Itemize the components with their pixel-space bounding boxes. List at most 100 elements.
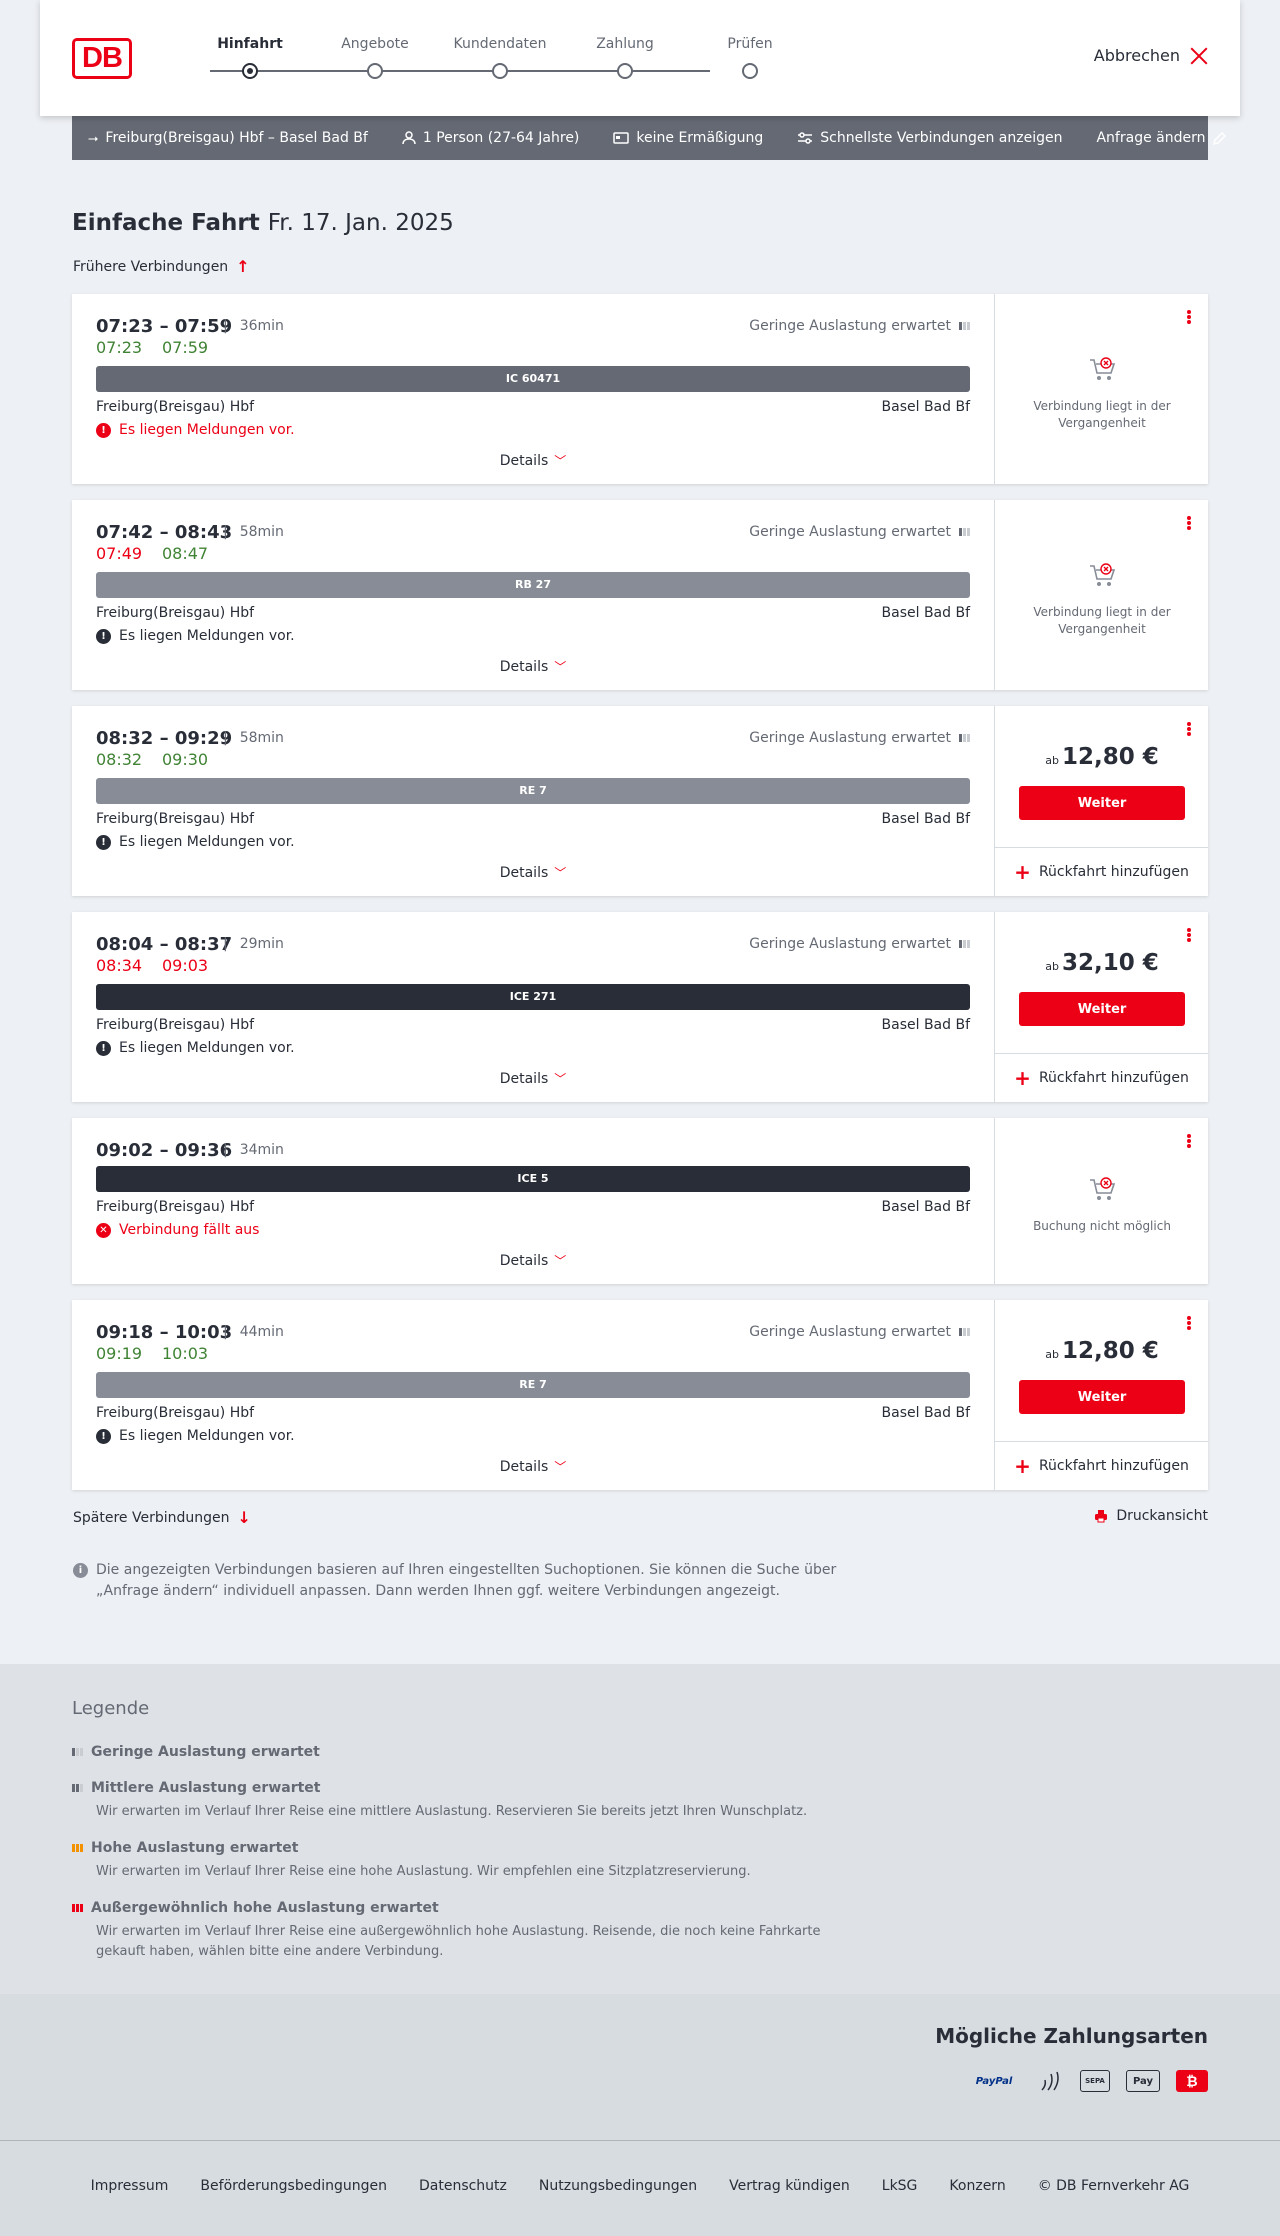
departure-station: Freiburg(Breisgau) Hbf xyxy=(96,1199,255,1215)
change-request-button[interactable]: Anfrage ändern xyxy=(1096,130,1227,146)
train-bar[interactable]: RE 7 xyxy=(96,1372,970,1398)
occupancy-high-icon xyxy=(72,1844,83,1852)
connection-card-3: 08:32 – 09:29 58min Geringe Auslastung e… xyxy=(72,706,1208,896)
plus-icon: + xyxy=(1014,1066,1031,1090)
details-toggle[interactable]: Details ﹀ xyxy=(72,452,994,469)
arrival-station: Basel Bad Bf xyxy=(881,399,970,415)
offer-panel: Verbindung liegt in der Vergangenheit xyxy=(994,294,1208,484)
progress-steps: Hinfahrt Angebote Kundendaten Zahlung Pr… xyxy=(210,0,773,116)
route-arrow-icon: ⭢ xyxy=(88,130,99,146)
more-options-icon[interactable] xyxy=(1184,720,1194,738)
chevron-down-icon: ﹀ xyxy=(554,1254,567,1268)
trip-type: Einfache Fahrt xyxy=(72,210,260,236)
add-return-button[interactable]: + Rückfahrt hinzufügen xyxy=(995,847,1208,896)
footer-link-konzern[interactable]: Konzern xyxy=(949,2178,1005,2194)
footer-link-impressum[interactable]: Impressum xyxy=(91,2178,169,2194)
realtime-arrival: 09:30 xyxy=(162,750,209,769)
footer-link-nutzungsbedingungen[interactable]: Nutzungsbedingungen xyxy=(539,2178,697,2194)
realtime-arrival: 09:03 xyxy=(162,956,209,975)
footer-link-lksg[interactable]: LkSG xyxy=(882,2178,918,2194)
occupancy-label: Geringe Auslastung erwartet xyxy=(749,1324,951,1340)
notice-message: ! Es liegen Meldungen vor. xyxy=(96,1040,295,1056)
connection-info: 09:18 – 10:03 44min Geringe Auslastung e… xyxy=(72,1300,994,1490)
persons-summary: 1 Person (27-64 Jahre) xyxy=(402,130,579,146)
change-request-label: Anfrage ändern xyxy=(1096,130,1206,146)
info-text: Die angezeigten Verbindungen basieren au… xyxy=(96,1562,837,1599)
info-icon: i xyxy=(73,1563,88,1578)
price: ab 32,10 € xyxy=(995,950,1209,976)
footer-link-vertrag-kuendigen[interactable]: Vertrag kündigen xyxy=(729,2178,850,2194)
add-return-button[interactable]: + Rückfahrt hinzufügen xyxy=(995,1053,1208,1102)
continue-button[interactable]: Weiter xyxy=(1019,1380,1185,1414)
alert-icon: ! xyxy=(96,628,111,644)
footer-link-datenschutz[interactable]: Datenschutz xyxy=(419,2178,507,2194)
train-bar[interactable]: ICE 271 xyxy=(96,984,970,1010)
earlier-connections-link[interactable]: Frühere Verbindungen ↑ xyxy=(73,257,250,276)
legend-section: Legende Geringe Auslastung erwartet Mitt… xyxy=(0,1664,1280,1994)
footer-links: Impressum Beförderungsbedingungen Datens… xyxy=(0,2178,1280,2194)
apple-pay-label: Pay xyxy=(1132,2075,1154,2087)
occupancy-low-icon xyxy=(959,1328,970,1336)
chevron-down-icon: ﹀ xyxy=(554,1460,567,1474)
offer-panel: ab 12,80 € Weiter + Rückfahrt hinzufügen xyxy=(994,706,1208,896)
train-bar[interactable]: ICE 5 xyxy=(96,1166,970,1192)
add-return-label: Rückfahrt hinzufügen xyxy=(1038,864,1189,880)
notice-message: ! Es liegen Meldungen vor. xyxy=(96,834,295,850)
realtime-arrival: 07:59 xyxy=(162,338,209,357)
realtime-arrival: 08:47 xyxy=(162,544,209,563)
price: ab 12,80 € xyxy=(995,1338,1209,1364)
more-options-icon[interactable] xyxy=(1184,1314,1194,1332)
fastest-toggle[interactable]: Schnellste Verbindungen anzeigen xyxy=(797,130,1062,146)
details-toggle[interactable]: Details ﹀ xyxy=(72,1252,994,1269)
legend-item-desc: Wir erwarten im Verlauf Ihrer Reise eine… xyxy=(96,1864,751,1879)
duration: 34min xyxy=(223,1142,284,1158)
footer-link-befoerderungsbedingungen[interactable]: Beförderungsbedingungen xyxy=(200,2178,387,2194)
continue-button[interactable]: Weiter xyxy=(1019,786,1185,820)
more-options-icon[interactable] xyxy=(1184,926,1194,944)
search-summary-bar: ⭢ Freiburg(Breisgau) Hbf – Basel Bad Bf 1… xyxy=(72,116,1227,160)
payment-section: Mögliche Zahlungsarten PayPal SEPA Pay ₿ xyxy=(0,1994,1280,2140)
more-options-icon[interactable] xyxy=(1184,1132,1194,1150)
close-icon xyxy=(1190,47,1208,65)
alert-icon: ! xyxy=(96,834,111,850)
details-toggle[interactable]: Details ﹀ xyxy=(72,658,994,675)
contactless-icon xyxy=(1041,2071,1059,2091)
price-prefix: ab xyxy=(1045,960,1059,973)
arrival-station: Basel Bad Bf xyxy=(881,811,970,827)
db-logo[interactable]: DB xyxy=(72,38,132,79)
route-label: Freiburg(Breisgau) Hbf – Basel Bad Bf xyxy=(105,130,368,146)
later-connections-link[interactable]: Spätere Verbindungen ↓ xyxy=(73,1508,251,1527)
arrival-station: Basel Bad Bf xyxy=(881,605,970,621)
realtime-arrival: 10:03 xyxy=(162,1344,209,1363)
train-bar[interactable]: RE 7 xyxy=(96,778,970,804)
add-return-button[interactable]: + Rückfahrt hinzufügen xyxy=(995,1441,1208,1490)
details-toggle[interactable]: Details ﹀ xyxy=(72,1458,994,1475)
connection-info: 08:32 – 09:29 58min Geringe Auslastung e… xyxy=(72,706,994,896)
train-bar[interactable]: IC 60471 xyxy=(96,366,970,392)
legend-item-extreme: Außergewöhnlich hohe Auslastung erwartet… xyxy=(72,1900,852,1962)
more-options-icon[interactable] xyxy=(1184,514,1194,532)
details-toggle[interactable]: Details ﹀ xyxy=(72,864,994,881)
discount-label: keine Ermäßigung xyxy=(636,130,764,146)
notice-text: Es liegen Meldungen vor. xyxy=(119,834,295,850)
chevron-down-icon: ﹀ xyxy=(554,454,567,468)
continue-button[interactable]: Weiter xyxy=(1019,992,1185,1026)
details-toggle[interactable]: Details ﹀ xyxy=(72,1070,994,1087)
legend-item-title: Außergewöhnlich hohe Auslastung erwartet xyxy=(91,1900,439,1916)
past-connection-note: Verbindung liegt in der Vergangenheit xyxy=(1033,399,1171,430)
arrival-station: Basel Bad Bf xyxy=(881,1017,970,1033)
occupancy-label: Geringe Auslastung erwartet xyxy=(749,730,951,746)
paypal-icon: PayPal xyxy=(975,2075,1013,2087)
cancel-button[interactable]: Abbrechen xyxy=(1094,46,1208,65)
chevron-down-icon: ﹀ xyxy=(554,1072,567,1086)
more-options-icon[interactable] xyxy=(1184,308,1194,326)
plus-icon: + xyxy=(1014,1454,1031,1478)
train-bar[interactable]: RB 27 xyxy=(96,572,970,598)
planned-times: 07:42 – 08:43 xyxy=(96,522,233,543)
legend-item-desc: Wir erwarten im Verlauf Ihrer Reise eine… xyxy=(96,1924,821,1959)
print-view-link[interactable]: Druckansicht xyxy=(1094,1508,1208,1524)
route-summary: ⭢ Freiburg(Breisgau) Hbf – Basel Bad Bf xyxy=(88,130,368,146)
notice-text: Es liegen Meldungen vor. xyxy=(119,1428,295,1444)
occupancy-extreme-icon xyxy=(72,1904,83,1912)
arrival-station: Basel Bad Bf xyxy=(881,1199,970,1215)
